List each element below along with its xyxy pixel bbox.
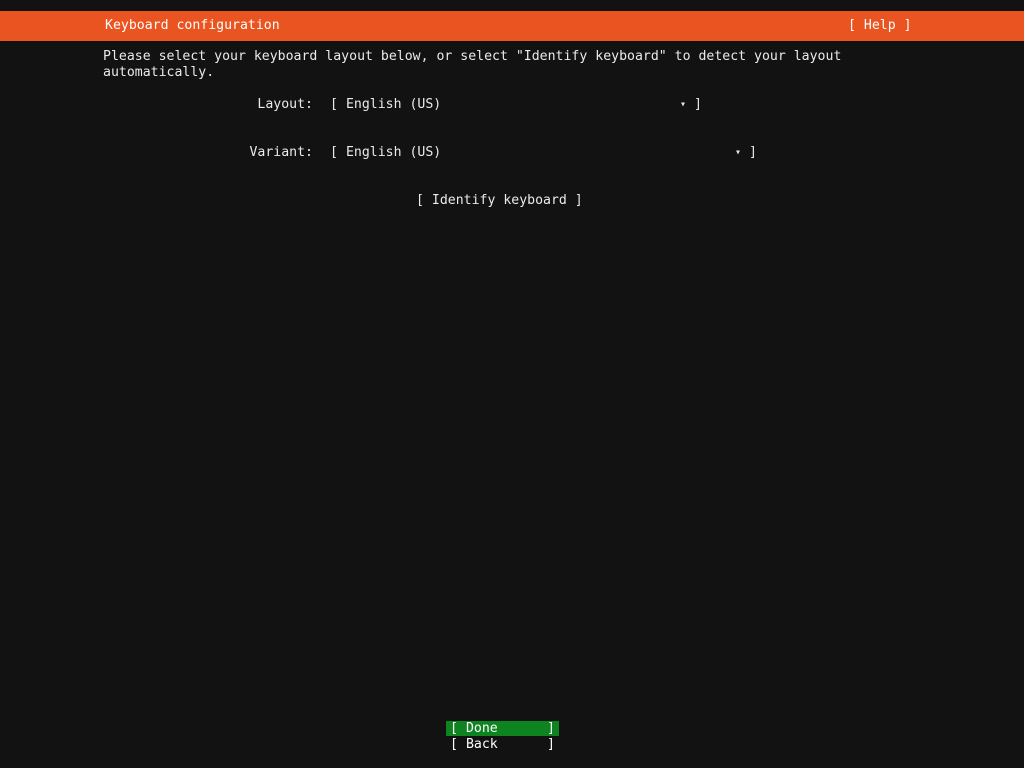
page-title: Keyboard configuration <box>105 18 280 33</box>
identify-keyboard-button[interactable]: [ Identify keyboard ] <box>416 193 583 209</box>
back-button-close-bracket: ] <box>547 737 555 752</box>
done-button-close-bracket: ] <box>547 721 555 736</box>
layout-label: Layout: <box>257 97 313 112</box>
help-button[interactable]: [ Help ] <box>848 11 912 41</box>
header-bar: Keyboard configuration [ Help ] <box>0 11 1024 41</box>
back-button[interactable]: [ Back ] <box>446 737 559 752</box>
back-button-open-bracket: [ <box>450 737 458 752</box>
done-button-label: Done <box>465 721 498 736</box>
done-button-open-bracket: [ <box>450 721 458 736</box>
done-button[interactable]: [ Done ] <box>446 721 559 736</box>
keyboard-configuration-screen: Keyboard configuration [ Help ] Please s… <box>0 0 1024 768</box>
layout-row: Layout: [ English (US) ▾ ] <box>0 97 1024 113</box>
variant-dropdown-close-bracket: ] <box>749 145 757 160</box>
variant-dropdown-value: English (US) <box>345 145 442 160</box>
layout-dropdown[interactable]: [ English (US) ▾ ] <box>330 97 702 113</box>
variant-label: Variant: <box>249 145 313 160</box>
chevron-down-icon: ▾ <box>735 147 742 158</box>
chevron-down-icon: ▾ <box>680 99 687 110</box>
layout-dropdown-value: English (US) <box>345 97 442 112</box>
layout-dropdown-open-bracket: [ <box>330 97 338 112</box>
layout-dropdown-close-bracket: ] <box>694 97 702 112</box>
back-button-label: Back <box>465 737 498 752</box>
variant-dropdown[interactable]: [ English (US) ▾ ] <box>330 145 757 161</box>
variant-dropdown-open-bracket: [ <box>330 145 338 160</box>
instructions-text: Please select your keyboard layout below… <box>103 49 842 80</box>
variant-row: Variant: [ English (US) ▾ ] <box>0 145 1024 161</box>
